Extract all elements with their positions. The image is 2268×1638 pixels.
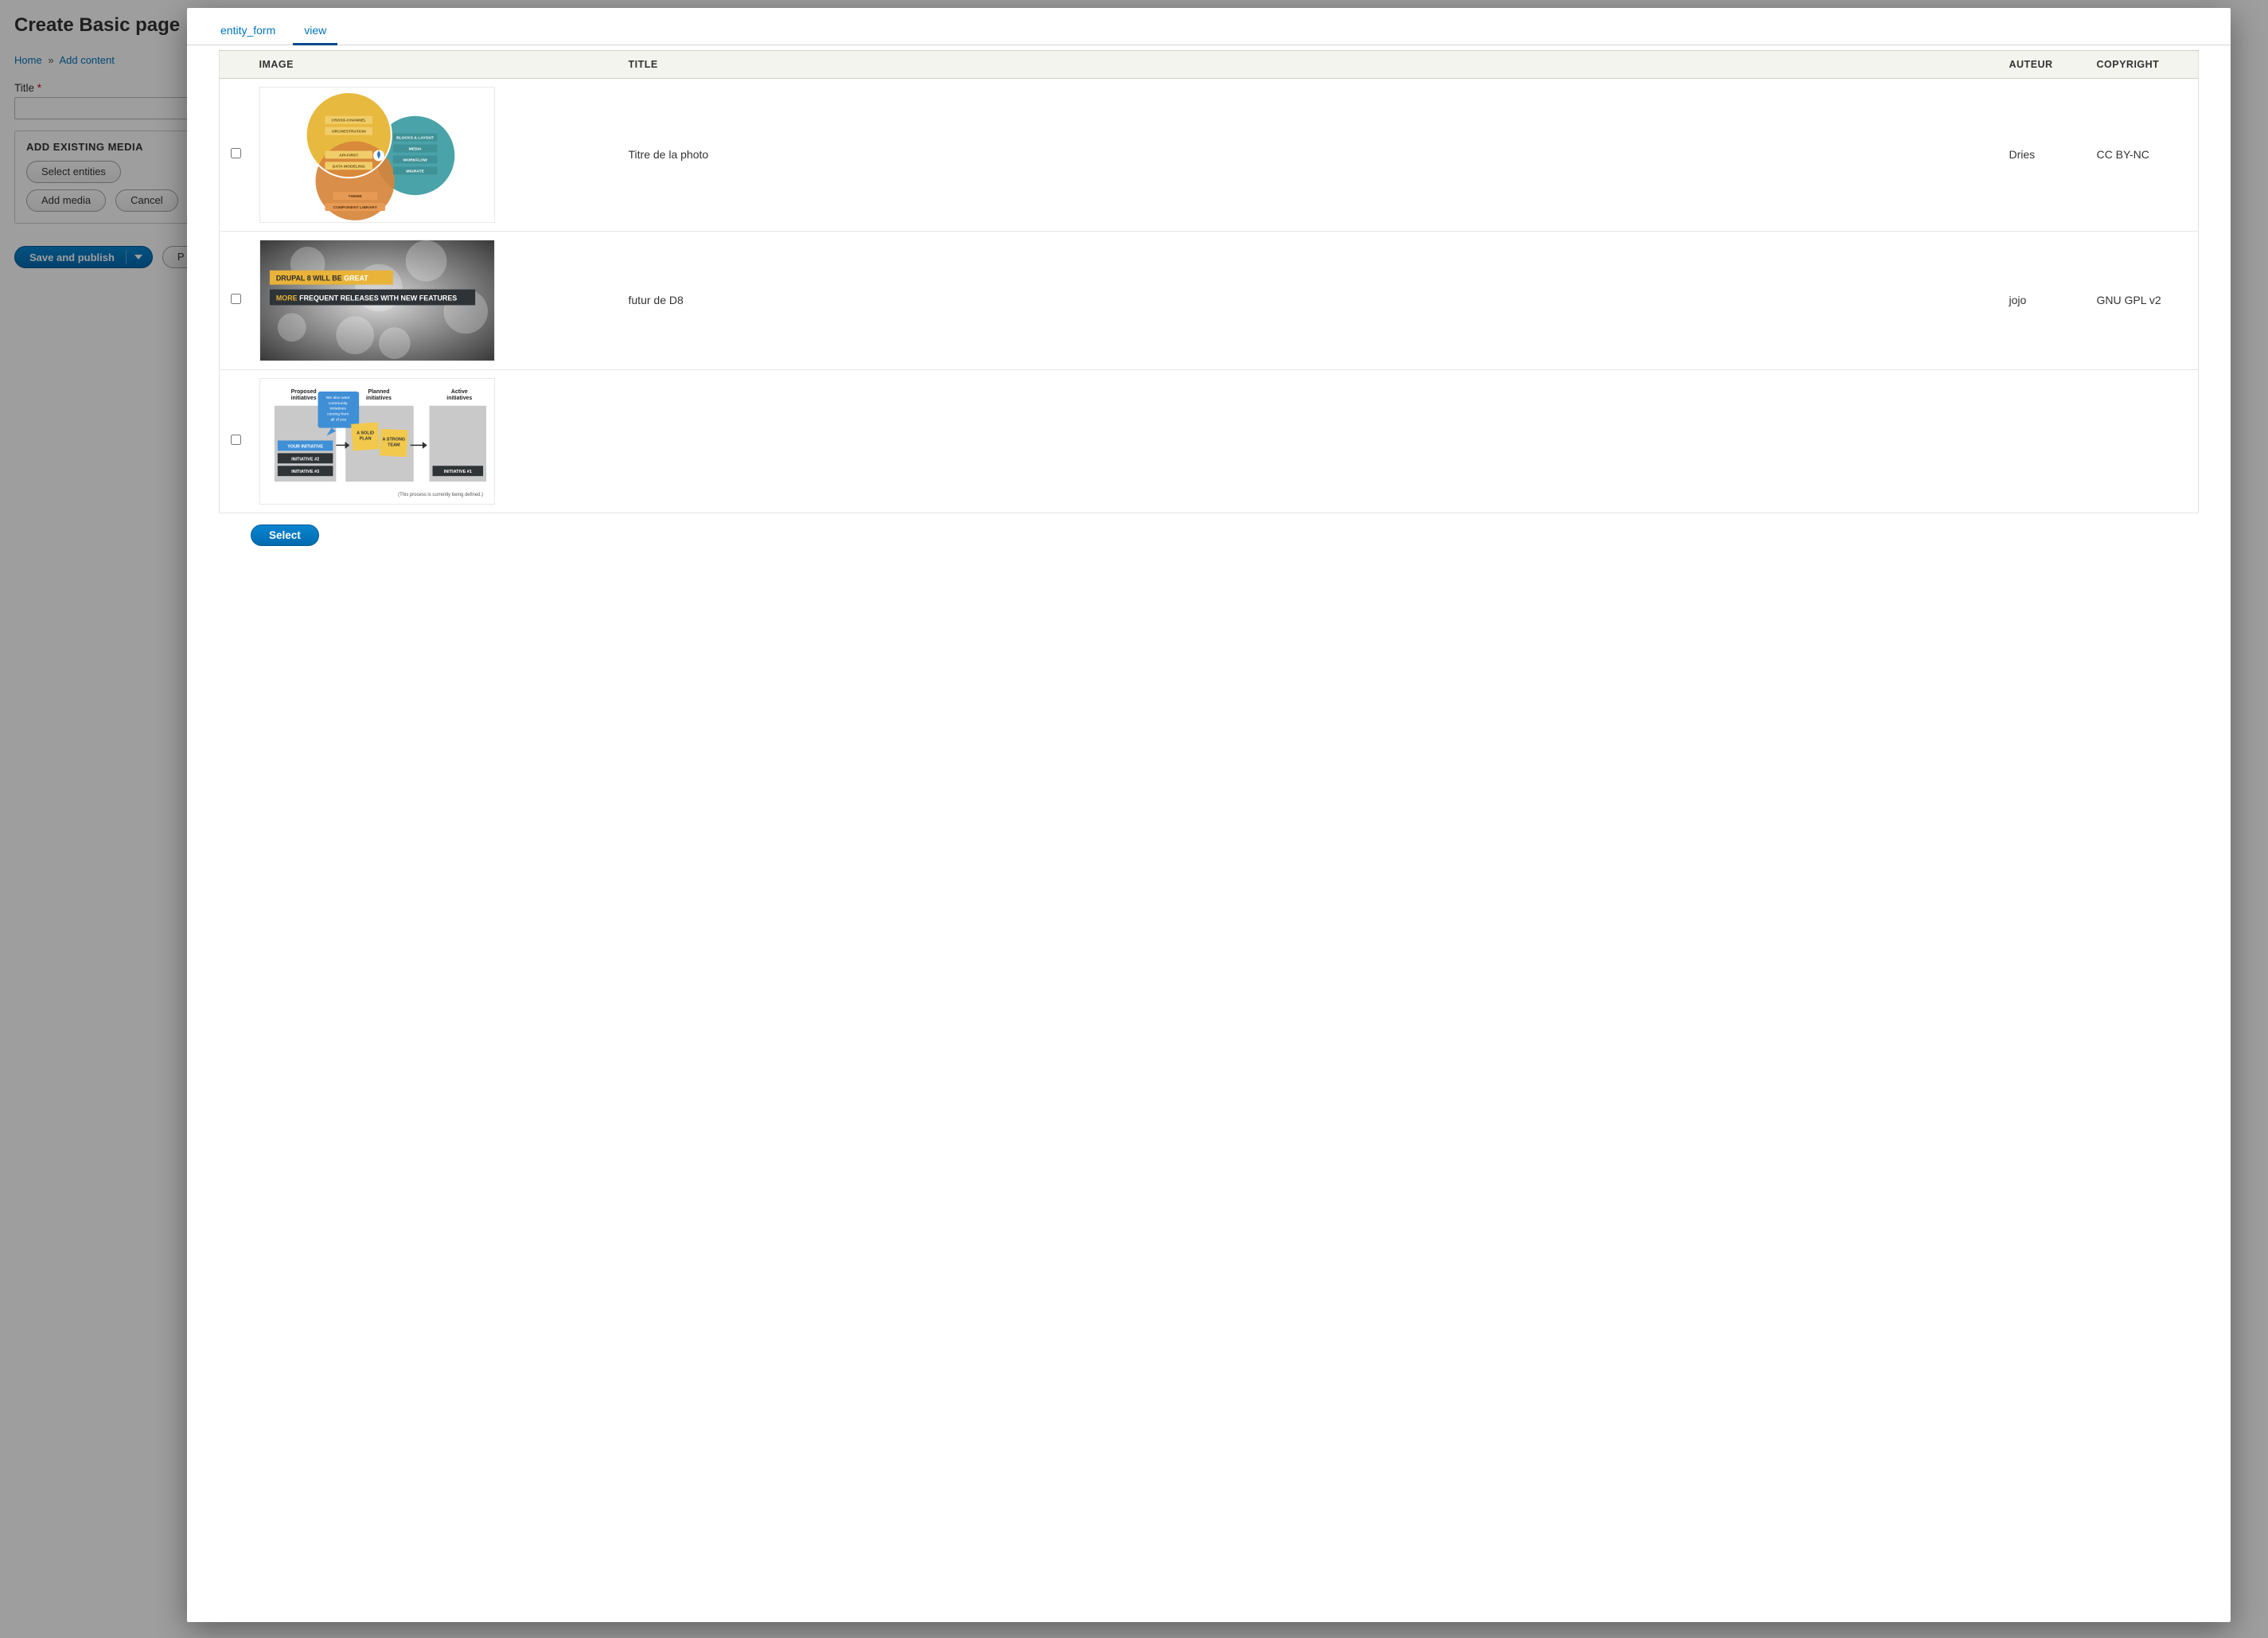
entity-browser-modal: entity_form view IMAGE TITLE AUTEUR COPY… [187,8,2231,1622]
svg-text:Proposedinitiatives: Proposedinitiatives [290,389,316,401]
row-title [619,369,2000,513]
svg-text:INITIATIVE #1: INITIATIVE #1 [443,470,471,474]
svg-text:INITIATIVE #3: INITIATIVE #3 [291,470,319,474]
col-title[interactable]: TITLE [619,51,2000,79]
svg-text:MORE FREQUENT RELEASES WITH NE: MORE FREQUENT RELEASES WITH NEW FEATURES [275,294,456,302]
col-copyright[interactable]: COPYRIGHT [2087,51,2199,79]
row-title: Titre de la photo [619,79,2000,232]
thumbnail-initiatives[interactable]: Proposedinitiatives Plannedinitiatives A… [259,378,495,505]
row-title: futur de D8 [619,231,2000,369]
col-image[interactable]: IMAGE [253,51,619,79]
svg-text:(This process is currently bei: (This process is currently being defined… [398,493,483,497]
svg-text:ORCHESTRATION: ORCHESTRATION [331,130,365,135]
col-checkbox [220,51,253,79]
table-row: Proposedinitiatives Plannedinitiatives A… [220,369,2199,513]
row-author [2000,369,2087,513]
svg-text:YOUR INITIATIVE: YOUR INITIATIVE [287,444,323,449]
svg-text:API-FIRST: API-FIRST [339,153,358,158]
row-checkbox[interactable] [231,294,241,304]
svg-text:BLOCKS & LAYOUT: BLOCKS & LAYOUT [396,136,434,141]
col-author[interactable]: AUTEUR [2000,51,2087,79]
table-header-row: IMAGE TITLE AUTEUR COPYRIGHT [220,51,2199,79]
tab-entity-form[interactable]: entity_form [219,21,277,45]
select-button[interactable]: Select [251,525,319,546]
modal-actions: Select [219,513,2199,546]
svg-text:DRUPAL 8 WILL BE GREAT: DRUPAL 8 WILL BE GREAT [275,274,368,282]
svg-text:CROSS-CHANNEL: CROSS-CHANNEL [331,119,365,123]
row-author: Dries [2000,79,2087,232]
row-copyright: GNU GPL v2 [2087,231,2199,369]
row-copyright: CC BY-NC [2087,79,2199,232]
svg-text:COMPONENT LIBRARY: COMPONENT LIBRARY [333,205,377,210]
row-copyright [2087,369,2199,513]
modal-tabs: entity_form view [187,8,2231,45]
svg-text:WORKFLOW: WORKFLOW [403,158,427,162]
modal-body: IMAGE TITLE AUTEUR COPYRIGHT [187,45,2231,1622]
svg-text:Plannedinitiatives: Plannedinitiatives [365,389,391,401]
media-table: IMAGE TITLE AUTEUR COPYRIGHT [219,50,2199,513]
tab-view[interactable]: view [302,21,328,45]
table-row: BLOCKS & LAYOUT MEDIA WORKFLOW MIGRATE C… [220,79,2199,232]
row-author: jojo [2000,231,2087,369]
svg-text:DATA MODELING: DATA MODELING [332,164,364,169]
svg-text:INITIATIVE #2: INITIATIVE #2 [291,457,319,462]
row-checkbox[interactable] [231,148,241,158]
svg-text:MEDIA: MEDIA [408,146,421,151]
table-row: DRUPAL 8 WILL BE GREAT MORE FREQUENT REL… [220,231,2199,369]
svg-text:THEME: THEME [348,194,362,199]
thumbnail-venn[interactable]: BLOCKS & LAYOUT MEDIA WORKFLOW MIGRATE C… [259,87,495,223]
thumbnail-drupal8[interactable]: DRUPAL 8 WILL BE GREAT MORE FREQUENT REL… [259,240,495,361]
svg-text:MIGRATE: MIGRATE [406,169,424,174]
row-checkbox[interactable] [231,435,241,445]
